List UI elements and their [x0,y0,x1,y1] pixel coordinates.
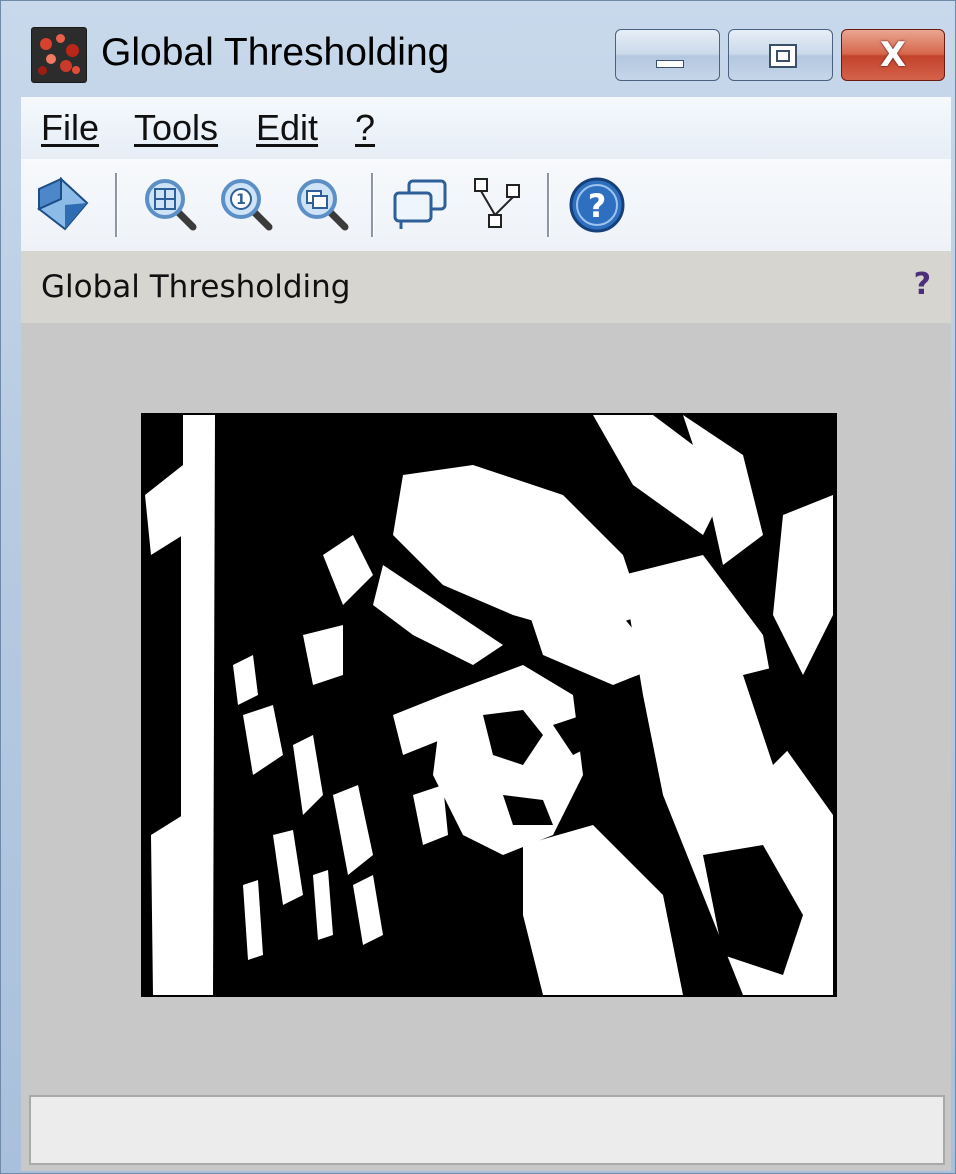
app-icon[interactable] [31,27,87,83]
new-window-icon [393,179,447,229]
svg-text:?: ? [588,187,607,225]
thresholded-image[interactable] [141,413,837,997]
close-icon: X [879,35,907,75]
help-button[interactable]: ? [567,175,627,235]
menu-bar: File Tools Edit ? [21,97,951,160]
window-title: Global Thresholding [101,31,450,74]
menu-tools[interactable]: Tools [134,107,218,149]
status-field [29,1095,945,1165]
new-window-button[interactable] [391,175,451,235]
zoom-fit-icon [297,179,349,231]
toolbar: 1 ? [21,159,951,251]
toolbar-separator [115,173,118,237]
menu-file[interactable]: File [41,107,99,149]
zoom-fit-button[interactable] [293,175,353,235]
panel-help-icon[interactable]: ? [914,267,931,302]
title-bar[interactable]: Global Thresholding X [1,1,955,97]
toolbar-separator [547,173,550,237]
maximize-button[interactable] [728,29,833,81]
zoom-grid-icon [145,179,197,231]
help-icon: ? [569,177,625,233]
zoom-actual-button[interactable]: 1 [217,175,277,235]
select-tool-button[interactable] [35,175,95,235]
application-window: Global Thresholding X File Tools Edit ? [0,0,956,1174]
panel-header: Global Thresholding ? [21,251,951,323]
status-bar [21,1091,951,1171]
zoom-grid-button[interactable] [141,175,201,235]
graph-icon [474,178,520,228]
menu-edit[interactable]: Edit [256,107,318,149]
select-tool-icon [37,176,89,231]
panel-title: Global Thresholding [41,269,351,305]
minimize-button[interactable] [615,29,720,81]
menu-help[interactable]: ? [355,107,375,149]
binary-image [143,415,835,995]
image-canvas-area [21,323,951,1091]
svg-text:1: 1 [236,192,246,208]
graph-button[interactable] [469,175,529,235]
minimize-icon [656,60,684,68]
toolbar-separator [371,173,374,237]
close-button[interactable]: X [841,29,945,81]
restore-icon [769,44,797,68]
zoom-actual-icon: 1 [221,179,273,231]
